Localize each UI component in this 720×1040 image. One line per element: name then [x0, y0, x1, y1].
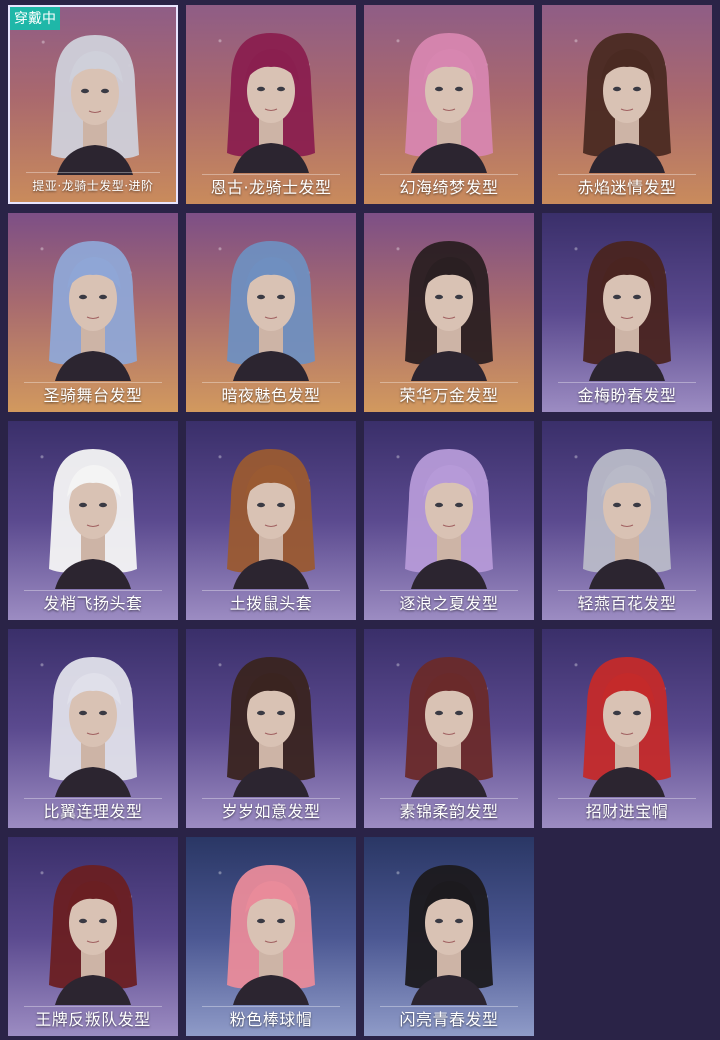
hairstyle-card[interactable]: 穿戴中提亚·龙骑士发型·进阶: [8, 5, 178, 204]
hairstyle-name: 素锦柔韵发型: [399, 802, 499, 821]
brown-wavy-hair-icon: [583, 33, 671, 173]
hairstyle-card[interactable]: 发梢飞扬头套: [8, 421, 178, 620]
hairstyle-grid: 穿戴中 提亚·龙骑士发型·进阶 恩古·龙骑士发型 幻海绮梦发型 赤焰迷情发型 圣骑舞台发型…: [0, 0, 720, 1040]
short-bun-hair-icon: [583, 241, 671, 381]
label-area: 荣华万金发型: [364, 378, 534, 412]
hairstyle-name: 闪亮青春发型: [399, 1010, 499, 1029]
blue-long-hair-icon: [49, 241, 137, 381]
double-bun-hair-icon: [405, 241, 493, 381]
label-area: 岁岁如意发型: [186, 794, 356, 828]
label-area: 暗夜魅色发型: [186, 378, 356, 412]
label-area: 粉色棒球帽: [186, 1002, 356, 1036]
pink-baseball-cap-icon: [227, 865, 315, 1005]
hairstyle-card[interactable]: 土拨鼠头套: [186, 421, 356, 620]
label-area: 招财进宝帽: [542, 794, 712, 828]
hairstyle-card[interactable]: 圣骑舞台发型: [8, 213, 178, 412]
hairstyle-card[interactable]: 王牌反叛队发型: [8, 837, 178, 1036]
hairstyle-name: 恩古·龙骑士发型: [210, 178, 332, 197]
hairstyle-card[interactable]: 金梅盼春发型: [542, 213, 712, 412]
label-area: 提亚·龙骑士发型·进阶: [10, 168, 176, 202]
label-divider: [26, 172, 160, 173]
hairstyle-name: 提亚·龙骑士发型·进阶: [32, 179, 154, 193]
hairstyle-card[interactable]: 比翼连理发型: [8, 629, 178, 828]
silver-braided-hair-icon: [583, 449, 671, 589]
twin-tails-hair-icon: [227, 657, 315, 797]
hairstyle-name: 暗夜魅色发型: [221, 386, 321, 405]
label-area: 发梢飞扬头套: [8, 586, 178, 620]
hairstyle-name: 幻海绮梦发型: [399, 178, 499, 197]
hairstyle-name: 比翼连理发型: [43, 802, 143, 821]
blue-ponytail-hair-icon: [227, 241, 315, 381]
hairstyle-card[interactable]: 素锦柔韵发型: [364, 629, 534, 828]
label-area: 闪亮青春发型: [364, 1002, 534, 1036]
lavender-ponytail-hair-icon: [405, 449, 493, 589]
hairstyle-name: 金梅盼春发型: [577, 386, 677, 405]
hairstyle-name: 圣骑舞台发型: [43, 386, 143, 405]
hairstyle-card[interactable]: 招财进宝帽: [542, 629, 712, 828]
hairstyle-card[interactable]: 暗夜魅色发型: [186, 213, 356, 412]
red-knit-hat-icon: [583, 657, 671, 797]
silver-feather-hair-icon: [49, 657, 137, 797]
label-area: 金梅盼春发型: [542, 378, 712, 412]
equipped-badge: 穿戴中: [10, 7, 60, 30]
hairstyle-name: 赤焰迷情发型: [577, 178, 677, 197]
label-area: 圣骑舞台发型: [8, 378, 178, 412]
label-area: 赤焰迷情发型: [542, 170, 712, 204]
label-area: 王牌反叛队发型: [8, 1002, 178, 1036]
pink-wavy-hair-icon: [405, 33, 493, 173]
black-bob-hair-icon: [405, 865, 493, 1005]
hairstyle-name: 荣华万金发型: [399, 386, 499, 405]
hairstyle-name: 轻燕百花发型: [577, 594, 677, 613]
label-area: 轻燕百花发型: [542, 586, 712, 620]
red-high-ponytail-hair-icon: [49, 865, 137, 1005]
hairstyle-name: 土拨鼠头套: [229, 594, 313, 613]
hairstyle-name: 王牌反叛队发型: [35, 1010, 151, 1029]
hairstyle-name: 岁岁如意发型: [221, 802, 321, 821]
groundhog-head-mask-icon: [227, 449, 315, 589]
hairstyle-name: 逐浪之夏发型: [399, 594, 499, 613]
label-area: 土拨鼠头套: [186, 586, 356, 620]
label-area: 素锦柔韵发型: [364, 794, 534, 828]
hairstyle-name: 招财进宝帽: [585, 802, 669, 821]
hairstyle-card[interactable]: 赤焰迷情发型: [542, 5, 712, 204]
unicorn-head-mask-icon: [49, 449, 137, 589]
crimson-dragon-knight-hair-icon: [227, 33, 315, 173]
hairstyle-card[interactable]: 荣华万金发型: [364, 213, 534, 412]
label-area: 恩古·龙骑士发型: [186, 170, 356, 204]
label-area: 幻海绮梦发型: [364, 170, 534, 204]
hairstyle-card[interactable]: 岁岁如意发型: [186, 629, 356, 828]
label-area: 逐浪之夏发型: [364, 586, 534, 620]
hairstyle-card[interactable]: 逐浪之夏发型: [364, 421, 534, 620]
hairstyle-card[interactable]: 轻燕百花发型: [542, 421, 712, 620]
hairstyle-card[interactable]: 闪亮青春发型: [364, 837, 534, 1036]
hairstyle-card[interactable]: 恩古·龙骑士发型: [186, 5, 356, 204]
label-area: 比翼连理发型: [8, 794, 178, 828]
silver-dragon-knight-hair-icon: [51, 35, 139, 175]
red-straight-hair-icon: [405, 657, 493, 797]
hairstyle-name: 发梢飞扬头套: [43, 594, 143, 613]
hairstyle-card[interactable]: 粉色棒球帽: [186, 837, 356, 1036]
hairstyle-name: 粉色棒球帽: [229, 1010, 313, 1029]
hairstyle-card[interactable]: 幻海绮梦发型: [364, 5, 534, 204]
